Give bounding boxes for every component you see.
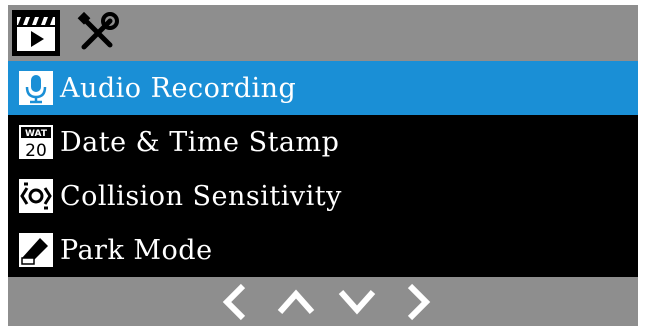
tab-settings[interactable]: [74, 10, 122, 56]
menu-item-collision-sensitivity[interactable]: Collision Sensitivity: [8, 169, 638, 223]
right-arrow-icon: [407, 283, 431, 321]
up-arrow-icon: [277, 289, 315, 314]
microphone-icon: [16, 68, 56, 108]
nav-right-button[interactable]: [396, 281, 440, 323]
menu-item-park-mode[interactable]: Park Mode: [8, 223, 638, 277]
mode-tab-bar: [8, 5, 638, 61]
nav-up-button[interactable]: [274, 281, 318, 323]
park-mode-icon: [16, 230, 56, 270]
nav-down-button[interactable]: [335, 281, 379, 323]
menu-item-audio-recording[interactable]: Audio Recording: [8, 61, 638, 115]
calendar-icon-bottom-text: 20: [25, 141, 47, 160]
tools-icon: [77, 11, 119, 50]
menu-item-date-time-stamp[interactable]: WAT 20 Date & Time Stamp: [8, 115, 638, 169]
calendar-icon-top-text: WAT: [25, 129, 48, 139]
left-arrow-icon: [222, 283, 246, 321]
menu-item-label: Date & Time Stamp: [60, 126, 340, 158]
tab-video[interactable]: [12, 10, 60, 56]
video-clapper-icon: [17, 17, 55, 51]
collision-sensor-icon: [16, 176, 56, 216]
calendar-icon: WAT 20: [16, 122, 56, 162]
settings-menu: Audio Recording WAT 20 Date & Time Stamp: [8, 61, 638, 277]
down-arrow-icon: [338, 290, 376, 315]
menu-item-label: Audio Recording: [60, 72, 297, 104]
nav-left-button[interactable]: [213, 281, 257, 323]
menu-item-label: Collision Sensitivity: [60, 180, 342, 212]
dashcam-settings-screen: Audio Recording WAT 20 Date & Time Stamp: [8, 5, 638, 326]
menu-item-label: Park Mode: [60, 234, 213, 266]
navigation-bar: [8, 277, 638, 326]
